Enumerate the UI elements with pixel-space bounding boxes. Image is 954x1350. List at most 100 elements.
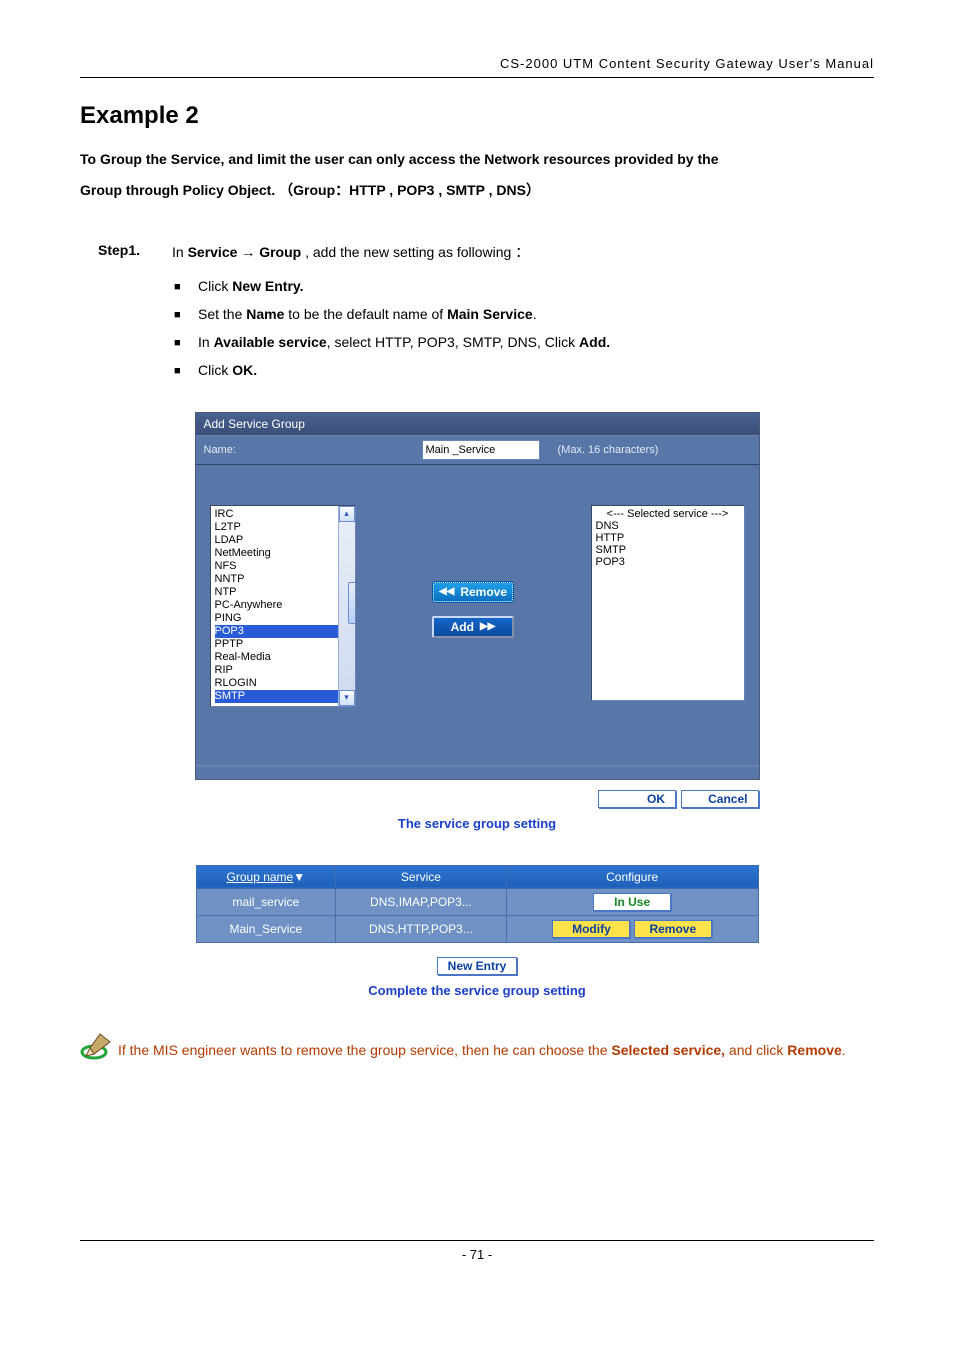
example-title: Example 2 — [80, 102, 874, 130]
table-header-row: Group name▼ Service Configure — [196, 865, 758, 888]
bullet-bold: OK. — [232, 362, 257, 378]
new-entry-row: New Entry — [80, 957, 874, 975]
ok-button[interactable]: OK — [598, 790, 676, 808]
name-hint: (Max. 16 characters) — [558, 444, 659, 456]
note-text: . — [842, 1042, 846, 1058]
cell-groupname: mail_service — [196, 888, 336, 915]
dialog-title: Add Service Group — [196, 413, 759, 435]
bullet-text: Click — [198, 362, 232, 378]
list-item[interactable]: PING — [215, 612, 338, 625]
bullet-text: In — [198, 334, 214, 350]
name-label: Name: — [204, 444, 422, 456]
list-item[interactable]: POP3 — [596, 556, 740, 568]
scroll-down-icon[interactable]: ▾ — [339, 690, 355, 706]
col-service: Service — [336, 865, 507, 888]
caption-2: Complete the service group setting — [80, 983, 874, 998]
bullet-bold: Available service — [214, 334, 327, 350]
list-item[interactable]: SMTP — [596, 544, 740, 556]
dialog-footer — [196, 765, 759, 779]
bullet-text: . — [533, 306, 537, 322]
available-service-list[interactable]: IRCL2TPLDAPNetMeetingNFSNNTPNTPPC-Anywhe… — [210, 505, 356, 707]
bullet-bold: Main Service — [447, 306, 533, 322]
list-item[interactable]: NFS — [215, 560, 338, 573]
name-row: Name: (Max. 16 characters) — [196, 435, 759, 465]
note-block: If the MIS engineer wants to remove the … — [80, 1032, 874, 1071]
selected-header: <--- Selected service ---> — [596, 508, 740, 520]
bullet-item: Click OK. — [198, 356, 874, 384]
arrow-right-icon: → — [241, 244, 259, 260]
note-text: and click — [725, 1042, 787, 1058]
list-item[interactable]: RIP — [215, 664, 338, 677]
add-label: Add — [451, 620, 474, 634]
sort-link[interactable]: Group name — [227, 870, 294, 884]
bullet-text: Click — [198, 278, 232, 294]
list-item[interactable]: NTP — [215, 586, 338, 599]
step-label: Step1. — [98, 242, 172, 262]
cell-groupname: Main_Service — [196, 915, 336, 942]
cell-configure: In Use — [506, 888, 758, 915]
bullet-item: Click New Entry. — [198, 272, 874, 300]
bullet-text: Set the — [198, 306, 246, 322]
step-post: , add the new setting as following ： — [301, 244, 529, 260]
remove-row-button[interactable]: Remove — [634, 920, 712, 938]
transfer-buttons: ◀◀ Remove Add ▶▶ — [356, 505, 591, 715]
note-bold: Selected service, — [611, 1042, 725, 1058]
intro-line2-paren: （Group：HTTP , POP3 , SMTP , DNS） — [279, 182, 540, 198]
bullet-item: Set the Name to be the default name of M… — [198, 300, 874, 328]
list-item[interactable]: NetMeeting — [215, 547, 338, 560]
list-item[interactable]: Real-Media — [215, 651, 338, 664]
bullet-bold: New Entry. — [232, 278, 303, 294]
remove-button[interactable]: ◀◀ Remove — [433, 582, 513, 602]
dialog-actions: OK Cancel — [196, 790, 759, 808]
step-row: Step1. In Service → Group , add the new … — [98, 242, 874, 262]
step-group: Group — [259, 244, 301, 260]
note-text: If the MIS engineer wants to remove the … — [118, 1042, 611, 1058]
service-group-table: Group name▼ Service Configure mail_servi… — [196, 865, 759, 943]
list-item[interactable]: L2TP — [215, 521, 338, 534]
step-bullets: Click New Entry. Set the Name to be the … — [80, 272, 874, 384]
bullet-item: In Available service, select HTTP, POP3,… — [198, 328, 874, 356]
col-groupname[interactable]: Group name▼ — [196, 865, 336, 888]
new-entry-button[interactable]: New Entry — [437, 957, 518, 975]
add-button[interactable]: Add ▶▶ — [432, 616, 514, 638]
list-item[interactable]: PPTP — [215, 638, 338, 651]
intro-text: To Group the Service, and limit the user… — [80, 144, 874, 206]
bullet-text: , select HTTP, POP3, SMTP, DNS, Click — [327, 334, 579, 350]
bullet-bold: Add. — [579, 334, 610, 350]
name-input[interactable] — [422, 440, 540, 460]
arrow-right-icon: ▶▶ — [480, 621, 495, 632]
list-item[interactable]: LDAP — [215, 534, 338, 547]
modify-button[interactable]: Modify — [552, 920, 630, 938]
list-item[interactable]: HTTP — [596, 532, 740, 544]
list-item[interactable]: PC-Anywhere — [215, 599, 338, 612]
table-row: Main_Service DNS,HTTP,POP3... Modify Rem… — [196, 915, 758, 942]
list-item[interactable]: DNS — [596, 520, 740, 532]
selected-service-list[interactable]: <--- Selected service ---> DNSHTTPSMTPPO… — [591, 505, 745, 701]
caption-1: The service group setting — [80, 816, 874, 831]
list-item[interactable]: IRC — [215, 508, 338, 521]
step-pre: In — [172, 244, 188, 260]
step-text: In Service → Group , add the new setting… — [172, 242, 529, 262]
scrollbar[interactable]: ▴ ▾ — [338, 506, 355, 706]
cancel-button[interactable]: Cancel — [681, 790, 759, 808]
bullet-bold: Name — [246, 306, 284, 322]
scroll-thumb[interactable] — [348, 582, 356, 624]
cell-service: DNS,HTTP,POP3... — [336, 915, 507, 942]
list-item[interactable]: POP3 — [215, 625, 338, 638]
note-bold: Remove — [787, 1042, 841, 1058]
page-footer: - 71 - — [80, 1240, 874, 1262]
in-use-button[interactable]: In Use — [593, 893, 671, 911]
cell-service: DNS,IMAP,POP3... — [336, 888, 507, 915]
intro-line2-pre: Group through Policy Object. — [80, 182, 275, 198]
dialog-body: IRCL2TPLDAPNetMeetingNFSNNTPNTPPC-Anywhe… — [196, 465, 759, 765]
sort-down-icon: ▼ — [293, 870, 305, 884]
list-item[interactable]: RLOGIN — [215, 677, 338, 690]
list-item[interactable]: NNTP — [215, 573, 338, 586]
remove-label: Remove — [460, 585, 507, 599]
cell-configure: Modify Remove — [506, 915, 758, 942]
list-item[interactable]: SMTP — [215, 690, 338, 703]
scroll-up-icon[interactable]: ▴ — [339, 506, 355, 522]
pencil-note-icon — [80, 1032, 114, 1071]
page-header: CS-2000 UTM Content Security Gateway Use… — [80, 56, 874, 78]
table-row: mail_service DNS,IMAP,POP3... In Use — [196, 888, 758, 915]
